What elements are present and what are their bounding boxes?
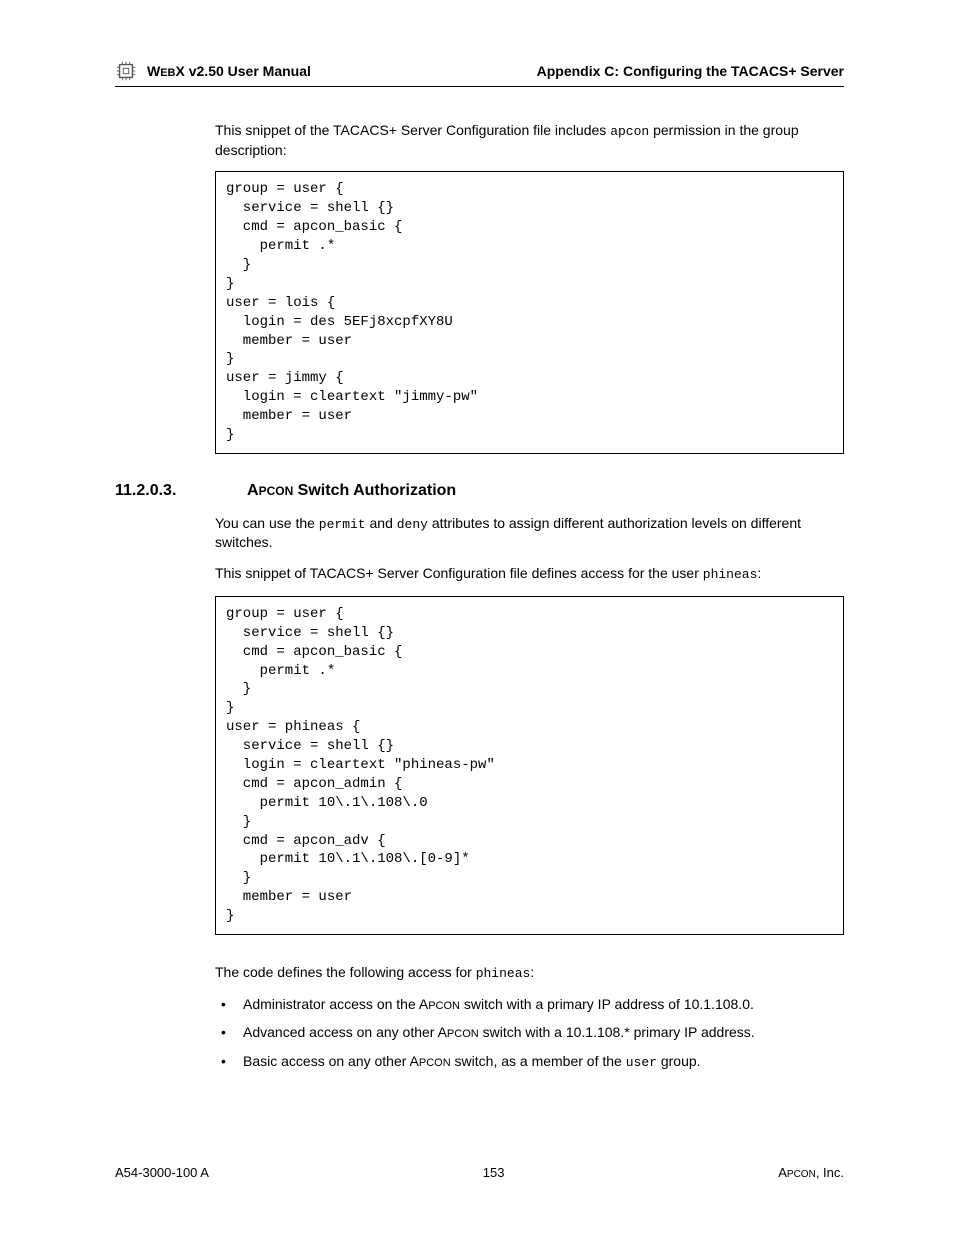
section-number: 11.2.0.3. <box>115 482 215 500</box>
code-snippet-2: group = user { service = shell {} cmd = … <box>215 596 844 935</box>
page-footer: A54-3000-100 A 153 APCON, Inc. <box>115 1165 844 1180</box>
intro-paragraph: This snippet of the TACACS+ Server Confi… <box>215 121 844 159</box>
content-body: This snippet of the TACACS+ Server Confi… <box>215 121 844 454</box>
document-page: WEBX v2.50 User Manual Appendix C: Confi… <box>0 0 954 1235</box>
page-header: WEBX v2.50 User Manual Appendix C: Confi… <box>115 60 844 87</box>
footer-company: APCON, Inc. <box>778 1165 844 1180</box>
header-title-left: WEBX v2.50 User Manual <box>147 63 311 79</box>
footer-doc-id: A54-3000-100 A <box>115 1165 209 1180</box>
section-title: APCON Switch Authorization <box>247 482 456 500</box>
access-list: Administrator access on the APCON switch… <box>215 995 844 1072</box>
section-heading: 11.2.0.3. APCON Switch Authorization <box>115 482 844 500</box>
header-title-right: Appendix C: Configuring the TACACS+ Serv… <box>537 63 844 79</box>
auth-para-2: This snippet of TACACS+ Server Configura… <box>215 564 844 584</box>
header-left: WEBX v2.50 User Manual <box>115 60 311 82</box>
list-item: Basic access on any other APCON switch, … <box>215 1052 844 1072</box>
code-snippet-1: group = user { service = shell {} cmd = … <box>215 171 844 453</box>
chip-icon <box>115 60 137 82</box>
result-paragraph: The code defines the following access fo… <box>215 963 844 983</box>
list-item: Administrator access on the APCON switch… <box>215 995 844 1014</box>
auth-para-1: You can use the permit and deny attribut… <box>215 514 844 552</box>
footer-page-number: 153 <box>483 1165 505 1180</box>
list-item: Advanced access on any other APCON switc… <box>215 1023 844 1042</box>
section-body: You can use the permit and deny attribut… <box>215 514 844 1072</box>
